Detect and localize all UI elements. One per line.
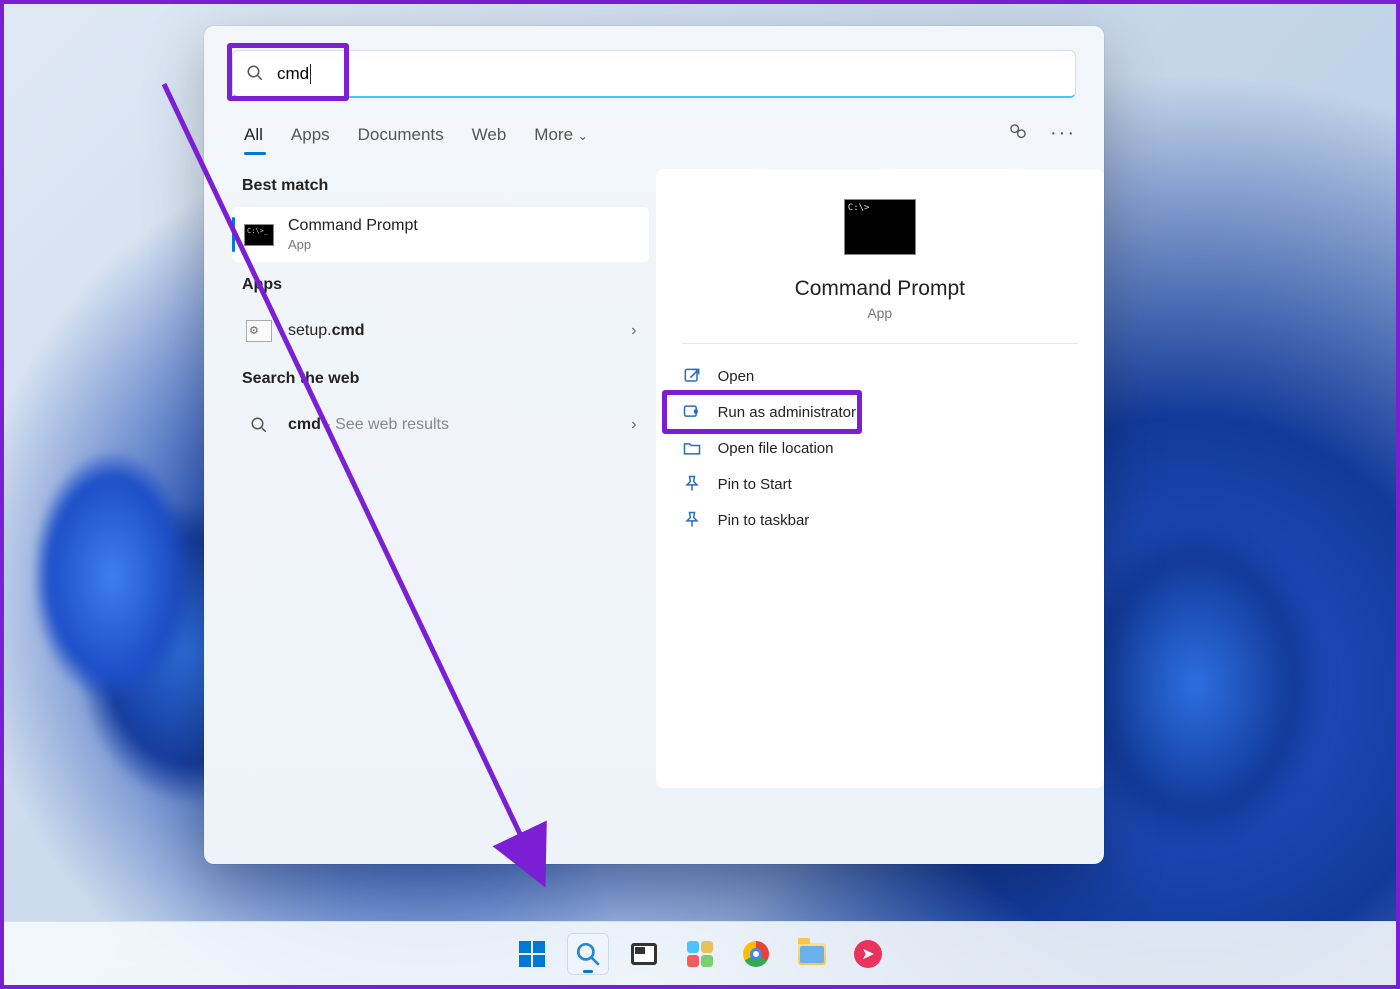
result-subtitle: App bbox=[288, 237, 418, 252]
search-input[interactable]: cmd bbox=[232, 50, 1076, 98]
search-query-text: cmd bbox=[277, 64, 309, 84]
app-button[interactable]: ➤ bbox=[847, 933, 889, 975]
windows-logo-icon bbox=[519, 941, 545, 967]
result-title: Command Prompt bbox=[288, 217, 418, 235]
section-best-match: Best match bbox=[242, 177, 639, 195]
result-title: setup.cmd bbox=[288, 322, 365, 340]
pin-icon bbox=[682, 474, 702, 494]
tab-more[interactable]: More ⌄ bbox=[534, 125, 588, 145]
chrome-button[interactable] bbox=[735, 933, 777, 975]
taskbar: ➤ bbox=[4, 921, 1396, 985]
section-search-web: Search the web bbox=[242, 370, 639, 388]
chevron-right-icon: › bbox=[631, 416, 636, 434]
folder-icon bbox=[682, 438, 702, 458]
result-web-cmd[interactable]: cmd - See web results › bbox=[232, 400, 649, 450]
section-apps: Apps bbox=[242, 276, 639, 294]
app-icon: ➤ bbox=[854, 940, 882, 968]
more-options-icon[interactable]: ··· bbox=[1050, 122, 1076, 147]
preview-subtitle: App bbox=[682, 305, 1078, 321]
feedback-icon[interactable] bbox=[1008, 122, 1028, 147]
widgets-button[interactable] bbox=[679, 933, 721, 975]
result-command-prompt[interactable]: Command Prompt App bbox=[232, 207, 649, 262]
start-search-panel: cmd All Apps Documents Web More ⌄ ··· Be… bbox=[204, 26, 1104, 864]
results-column: Best match Command Prompt App Apps setup… bbox=[232, 169, 649, 788]
action-pin-to-taskbar[interactable]: Pin to taskbar bbox=[668, 502, 1092, 538]
result-setup-cmd[interactable]: setup.cmd › bbox=[232, 306, 649, 356]
filter-tabs: All Apps Documents Web More ⌄ ··· bbox=[244, 122, 1076, 147]
folder-icon bbox=[798, 943, 826, 965]
tab-apps[interactable]: Apps bbox=[291, 125, 330, 145]
tab-documents[interactable]: Documents bbox=[358, 125, 444, 145]
search-icon bbox=[246, 64, 264, 87]
open-icon bbox=[682, 366, 702, 386]
text-cursor bbox=[310, 64, 311, 84]
cmd-app-icon bbox=[244, 224, 274, 246]
action-pin-to-start[interactable]: Pin to Start bbox=[668, 466, 1092, 502]
widgets-icon bbox=[687, 941, 713, 967]
cmd-app-icon bbox=[844, 199, 916, 255]
action-run-as-admin[interactable]: Run as administrator bbox=[668, 394, 1092, 430]
file-explorer-button[interactable] bbox=[791, 933, 833, 975]
cmd-file-icon bbox=[246, 320, 272, 342]
taskbar-search-button[interactable] bbox=[567, 933, 609, 975]
search-icon bbox=[575, 941, 601, 967]
preview-title: Command Prompt bbox=[682, 277, 1078, 301]
chevron-down-icon: ⌄ bbox=[578, 129, 588, 143]
tab-web[interactable]: Web bbox=[472, 125, 507, 145]
pin-icon bbox=[682, 510, 702, 530]
preview-pane: Command Prompt App Open Run as administr… bbox=[656, 169, 1104, 788]
result-title: cmd - See web results bbox=[288, 416, 449, 434]
tab-all[interactable]: All bbox=[244, 125, 263, 145]
shield-admin-icon bbox=[682, 402, 702, 422]
start-button[interactable] bbox=[511, 933, 553, 975]
chevron-right-icon: › bbox=[631, 322, 636, 340]
action-open-file-location[interactable]: Open file location bbox=[668, 430, 1092, 466]
taskview-icon bbox=[631, 943, 657, 965]
chrome-icon bbox=[743, 941, 769, 967]
taskview-button[interactable] bbox=[623, 933, 665, 975]
action-open[interactable]: Open bbox=[668, 358, 1092, 394]
search-icon bbox=[250, 416, 268, 434]
